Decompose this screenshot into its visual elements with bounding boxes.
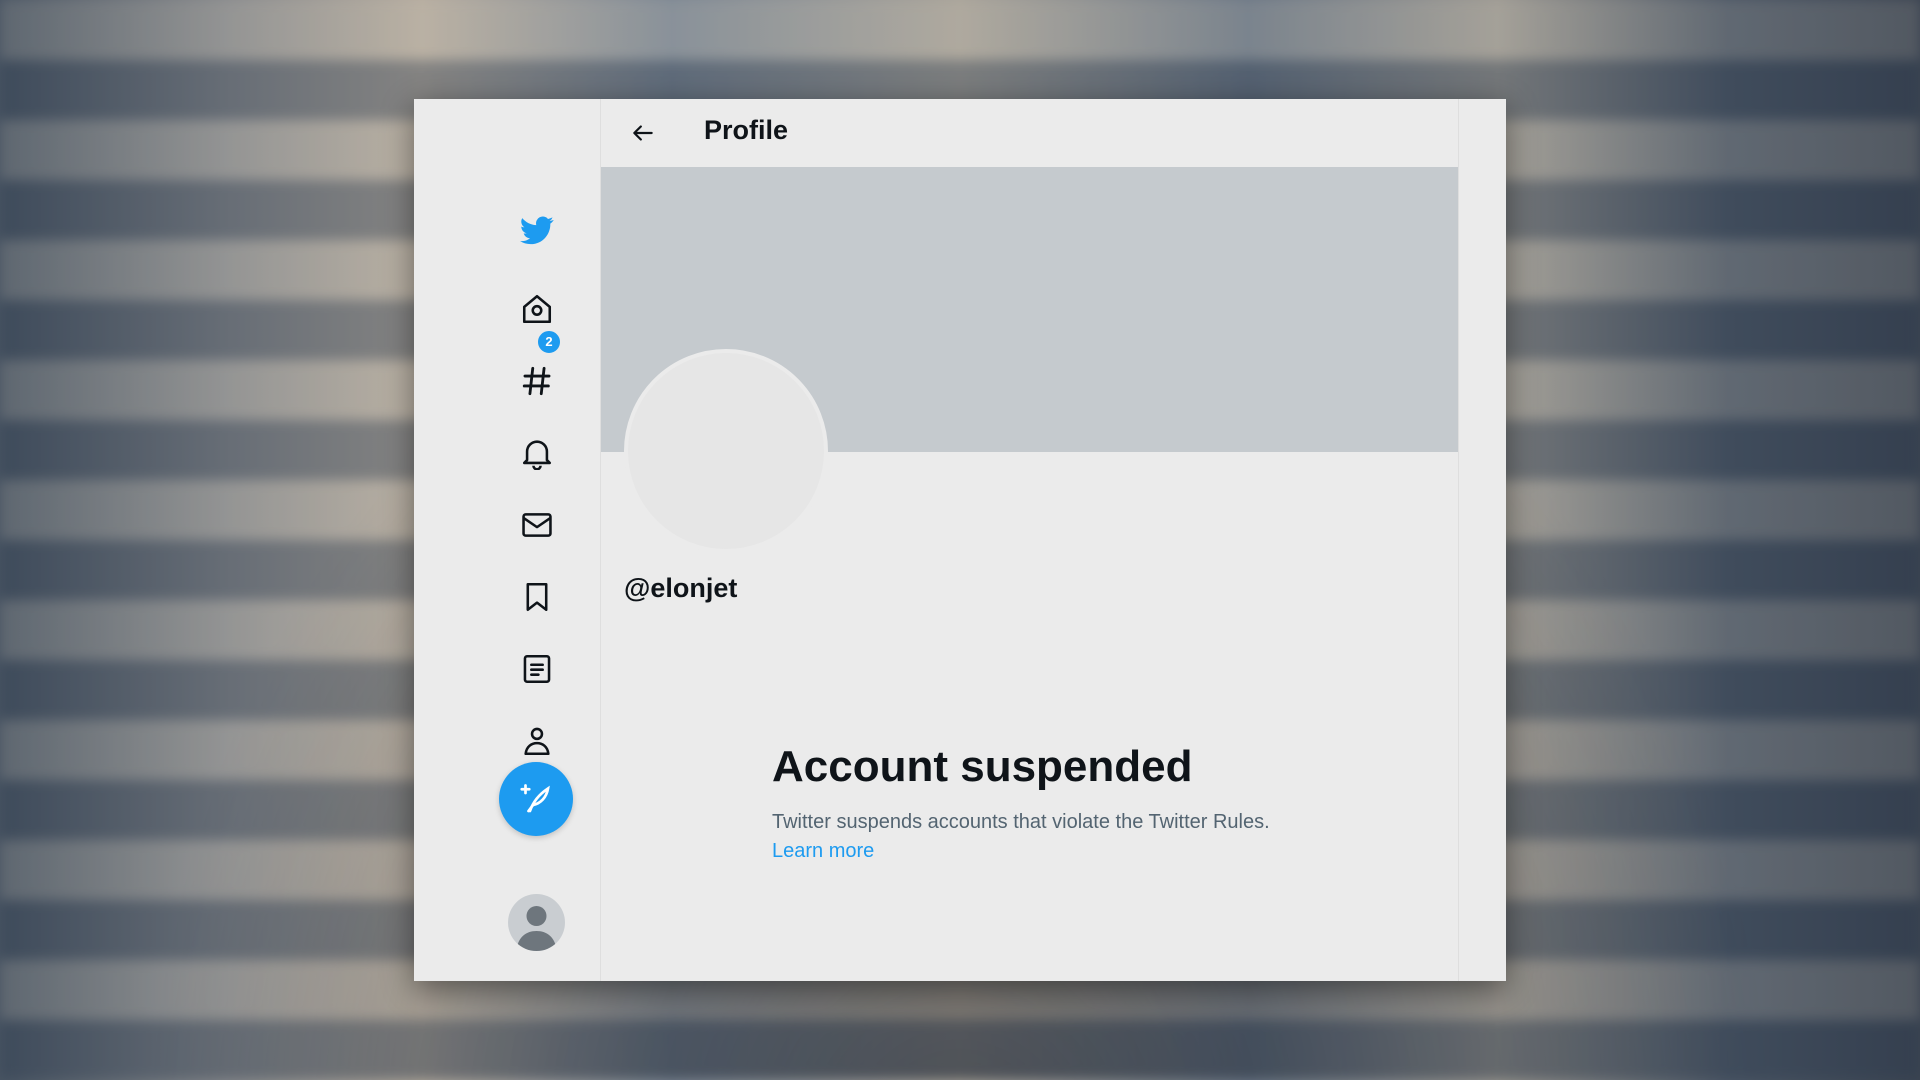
- suspended-text: Twitter suspends accounts that violate t…: [772, 811, 1270, 833]
- profile-header: Profile: [601, 99, 1458, 167]
- compose-tweet-button[interactable]: [499, 762, 573, 836]
- back-button[interactable]: [623, 113, 663, 153]
- profile-handle: @elonjet: [624, 573, 738, 603]
- home-icon[interactable]: [513, 285, 561, 333]
- profile-person-icon[interactable]: [513, 717, 561, 765]
- notification-badge: 2: [536, 329, 562, 355]
- page-title: Profile: [704, 115, 789, 145]
- suspended-message: Twitter suspends accounts that violate t…: [772, 808, 1272, 866]
- default-avatar-icon: [516, 906, 557, 951]
- explore-hashtag-icon[interactable]: [513, 357, 561, 405]
- account-avatar[interactable]: [508, 894, 565, 951]
- notifications-bell-icon[interactable]: [513, 429, 561, 477]
- sidebar: 2: [414, 99, 601, 981]
- profile-avatar: [624, 349, 828, 553]
- profile-main-column: Profile @elonjet Account suspended Twitt…: [601, 99, 1459, 981]
- arrow-left-icon: [633, 125, 653, 141]
- suspended-title: Account suspended: [772, 742, 1193, 791]
- feather-plus-icon: [520, 784, 550, 813]
- lists-icon[interactable]: [513, 645, 561, 693]
- twitter-window: 2 Profile @elonjet Account suspended Twi…: [414, 99, 1506, 981]
- twitter-logo-icon[interactable]: [513, 206, 561, 254]
- learn-more-link[interactable]: Learn more: [772, 840, 874, 862]
- messages-envelope-icon[interactable]: [513, 501, 561, 549]
- bookmarks-icon[interactable]: [513, 573, 561, 621]
